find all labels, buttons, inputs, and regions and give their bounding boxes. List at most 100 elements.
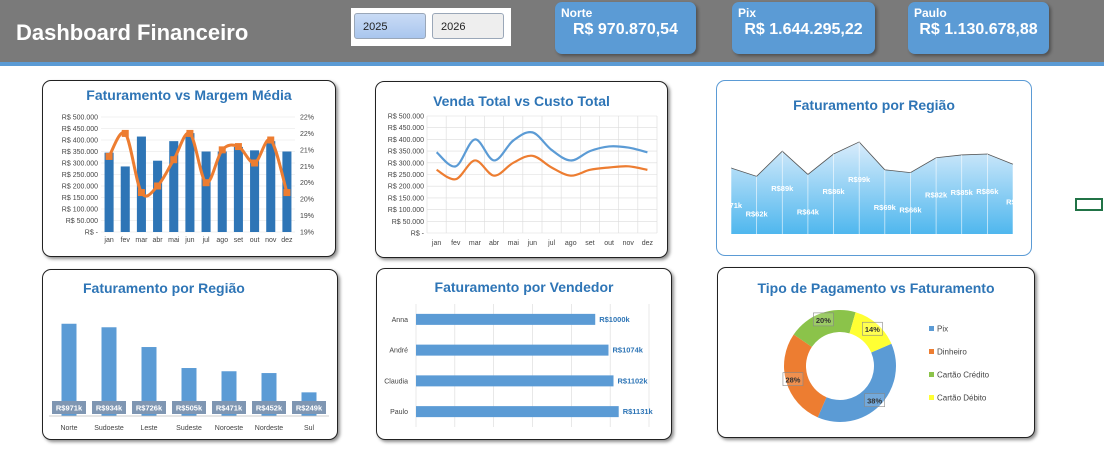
data-label: R$82k: [925, 191, 948, 200]
bar: [201, 151, 211, 232]
bar: [185, 133, 195, 232]
x-tick-label: ago: [216, 237, 228, 244]
kpi-card-region: Norte R$ 970.870,54: [555, 2, 696, 54]
y2-tick-label: 20%: [300, 197, 314, 204]
data-label: R$249k: [296, 404, 323, 413]
x-tick-label: Leste: [140, 425, 157, 432]
margin-marker: [202, 179, 210, 187]
data-label: R$86k: [976, 187, 999, 196]
kpi-value: R$ 1.130.678,88: [919, 21, 1038, 38]
y-tick-label: R$ 300.000: [388, 160, 424, 167]
kpi-card-payment: Pix R$ 1.644.295,22: [732, 2, 875, 54]
x-tick-label: jun: [184, 237, 194, 244]
year-option-2025[interactable]: 2025: [354, 13, 426, 39]
x-tick-label: set: [585, 240, 594, 247]
margin-marker: [121, 129, 129, 137]
data-label: 38%: [867, 397, 882, 406]
y2-tick-label: 19%: [300, 213, 314, 220]
margin-marker: [218, 146, 226, 154]
margin-marker: [267, 136, 275, 144]
bar: [266, 141, 276, 232]
y2-tick-label: 21%: [300, 164, 314, 171]
data-label: 28%: [785, 376, 800, 385]
x-tick-label: out: [250, 237, 260, 244]
y-tick-label: André: [389, 348, 408, 355]
data-label: R$471k: [216, 404, 243, 413]
y-tick-label: R$ 200.000: [62, 184, 98, 191]
x-tick-label: jun: [527, 240, 537, 247]
year-option-2026[interactable]: 2026: [432, 13, 504, 39]
x-tick-label: abr: [489, 240, 500, 247]
x-tick-label: Nordeste: [255, 425, 284, 432]
x-tick-label: Sudoeste: [94, 425, 124, 432]
x-tick-label: Sul: [304, 425, 315, 432]
data-label: R$71k: [720, 201, 743, 210]
y-tick-label: R$ 500.000: [388, 114, 424, 121]
legend-swatch: [929, 372, 934, 377]
y-tick-label: R$ 200.000: [388, 184, 424, 191]
data-label: R$1000k: [599, 315, 630, 324]
chart-payment-type-plot: 38% 28% 20% 14% Pix Dinheiro Cartão Crédito Car…: [782, 310, 990, 422]
chart-revenue-by-region-bars[interactable]: Faturamento por Região R$971k Norte R$934k…: [42, 269, 338, 440]
y-tick-label: Paulo: [390, 409, 408, 416]
data-label: R$452k: [256, 404, 283, 413]
bar: [217, 151, 227, 232]
y2-tick-label: 22%: [300, 131, 314, 138]
bar: [416, 313, 596, 325]
legend-swatch: [929, 395, 934, 400]
chart-sales-vs-cost-plot: R$ 500.000 R$ 450.000 R$ 400.000 R$ 350.000…: [388, 114, 658, 247]
legend-label: Pix: [937, 325, 948, 334]
y-tick-label: R$ 450.000: [62, 126, 98, 133]
chart-revenue-by-region-area-plot: R$71kR$62kR$89kR$64kR$86kR$99kR$69k R$66k…: [720, 141, 1020, 234]
data-label: R$89k: [771, 184, 794, 193]
x-tick-label: dez: [281, 237, 293, 244]
kpi-label: Norte: [561, 6, 593, 20]
margin-marker: [186, 129, 194, 137]
y-tick-label: R$ -: [411, 231, 425, 238]
chart-revenue-by-seller[interactable]: Faturamento por Vendedor R$1000k Anna R$10…: [376, 268, 672, 440]
x-tick-label: ago: [565, 240, 577, 247]
bar: [416, 406, 619, 418]
x-tick-label: jan: [431, 240, 441, 247]
chart-sales-vs-cost[interactable]: Venda Total vs Custo Total R$ 500.000 R$ …: [375, 81, 668, 258]
data-label: 14%: [865, 325, 880, 334]
x-tick-label: mai: [508, 240, 520, 247]
chart-revenue-by-region-area[interactable]: Faturamento por Região R$71k R$62k R$89k R$…: [716, 80, 1032, 256]
bar: [104, 152, 114, 232]
y-tick-label: R$ 250.000: [388, 172, 424, 179]
legend-label: Dinheiro: [937, 348, 967, 357]
year-slicer: 2025 2026: [351, 8, 511, 46]
chart-payment-type[interactable]: Tipo de Pagamento vs Faturamento 38% 28% 2…: [717, 267, 1035, 438]
y-tick-label: R$ 350.000: [388, 149, 424, 156]
y-tick-label: R$ 350.000: [62, 149, 98, 156]
legend-label: Cartão Débito: [937, 394, 987, 403]
header-accent-line: [0, 62, 1104, 66]
y-tick-label: R$ 50.000: [66, 218, 98, 225]
bar: [233, 146, 243, 232]
x-tick-label: set: [234, 237, 243, 244]
legend-swatch: [929, 349, 934, 354]
bar: [153, 160, 163, 232]
y2-tick-label: 22%: [300, 115, 314, 122]
bar: [416, 344, 609, 356]
y2-tick-label: 21%: [300, 147, 314, 154]
y-tick-label: Claudia: [384, 378, 408, 385]
kpi-value: R$ 970.870,54: [573, 21, 678, 38]
selected-cell-marker: [1075, 198, 1103, 211]
x-tick-label: Noroeste: [215, 425, 244, 432]
x-tick-label: jul: [547, 240, 555, 247]
x-tick-label: Sudeste: [176, 425, 202, 432]
kpi-label: Pix: [738, 6, 757, 20]
y-tick-label: R$ 400.000: [388, 137, 424, 144]
chart-revenue-vs-margin[interactable]: Faturamento vs Margem Média R$ 500.000 R$…: [42, 80, 336, 257]
legend-swatch: [929, 326, 934, 331]
x-tick-label: jan: [103, 237, 113, 244]
bar: [120, 166, 130, 232]
y-tick-label: R$ 150.000: [388, 195, 424, 202]
page-title: Dashboard Financeiro: [16, 20, 249, 45]
margin-marker: [283, 189, 291, 197]
x-tick-label: Norte: [60, 425, 77, 432]
margin-line: [107, 131, 289, 198]
data-label: R$726k: [136, 404, 163, 413]
y-tick-label: R$ 50.000: [392, 219, 424, 226]
